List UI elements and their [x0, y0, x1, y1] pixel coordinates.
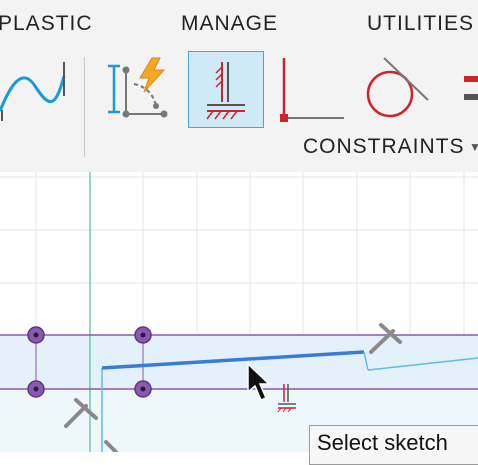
toolbar-divider: [84, 57, 85, 157]
spline-icon: [0, 62, 66, 121]
dimension-lightning-icon: [108, 57, 168, 118]
equal-constraint-button[interactable]: [462, 76, 478, 106]
horizontal-vertical-constraint-button[interactable]: [188, 51, 264, 128]
perpendicular-constraint-button[interactable]: [278, 56, 348, 126]
sketch-graphics: [0, 172, 478, 454]
tooltip: Select sketch: [309, 425, 478, 465]
tab-manage[interactable]: MANAGE: [181, 12, 278, 36]
ribbon-toolbar: PLASTIC MANAGE UTILITIES CONSTRAINTS ▼: [0, 0, 478, 172]
perpendicular-icon: [280, 58, 344, 122]
constraints-group-label[interactable]: CONSTRAINTS: [303, 135, 465, 159]
horizontal-vertical-constraint-icon: [206, 62, 245, 120]
sketch-canvas[interactable]: [0, 172, 478, 454]
chevron-down-icon[interactable]: ▼: [469, 140, 478, 154]
equal-icon: [464, 76, 478, 100]
spline-tool-button[interactable]: [0, 56, 70, 126]
tab-plastic[interactable]: PLASTIC: [0, 12, 93, 36]
highlight-band: [0, 335, 478, 389]
tangent-icon: [366, 57, 429, 118]
tangent-constraint-button[interactable]: [360, 54, 432, 126]
parameters-tool-button[interactable]: [104, 56, 176, 122]
tab-utilities[interactable]: UTILITIES: [367, 12, 474, 36]
